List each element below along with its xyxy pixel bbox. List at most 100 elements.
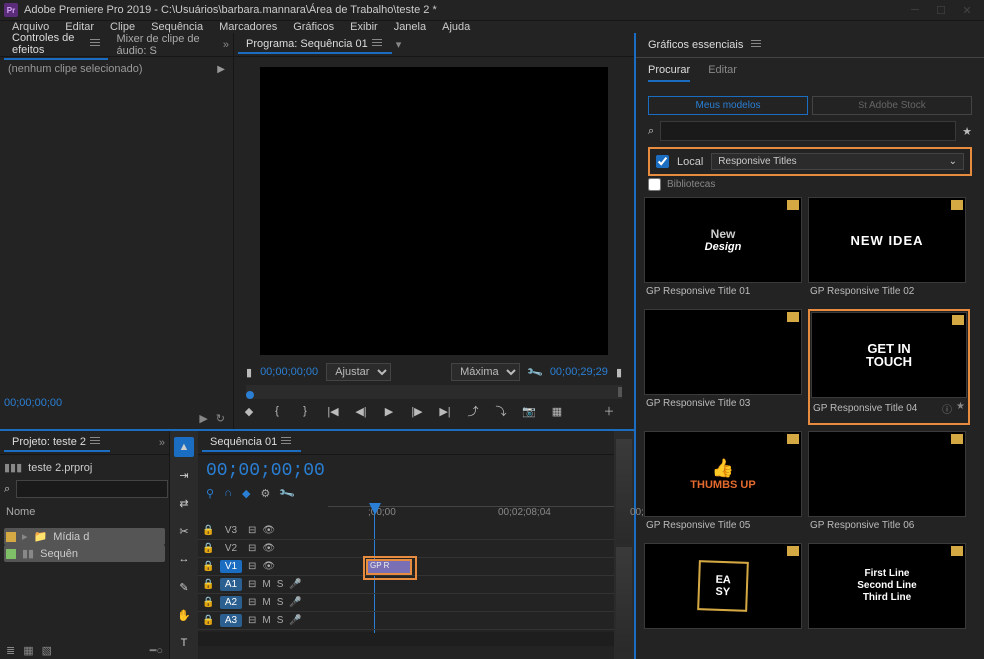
icon-view-icon[interactable]: ▦ <box>23 644 33 657</box>
type-tool[interactable]: T <box>174 633 194 653</box>
eg-template-item-1[interactable]: NewDesign GP Responsive Title 01 <box>644 197 802 303</box>
timeline-timecode[interactable]: 00;00;00;00 <box>206 461 325 481</box>
tab-sequence[interactable]: Sequência 01 <box>202 434 301 452</box>
mute-icon[interactable]: M <box>262 579 270 590</box>
lift-button[interactable]: ⤴ <box>464 403 482 419</box>
lock-icon[interactable]: 🔒 <box>202 579 214 590</box>
add-marker-button[interactable]: ◆ <box>240 405 258 418</box>
eg-subtab-my-templates[interactable]: Meus modelos <box>648 96 808 115</box>
lock-icon[interactable]: 🔒 <box>202 543 214 554</box>
voice-icon[interactable]: 🎤 <box>289 615 301 626</box>
eg-template-item-4[interactable]: GET INTOUCH GP Responsive Title 04 ⓘ★ <box>808 309 970 425</box>
fx-icon[interactable]: ⊟ <box>248 597 256 608</box>
mute-icon[interactable]: M <box>262 615 270 626</box>
program-tc-left[interactable]: 00;00;00;00 <box>260 366 318 378</box>
program-tc-right[interactable]: 00;00;29;29 <box>550 366 608 378</box>
extract-button[interactable]: ⤵ <box>492 403 510 419</box>
fx-bottom-icon-2[interactable]: ↻ <box>216 412 225 425</box>
track-a2[interactable]: 🔒A2⊟MS🎤 <box>198 594 328 612</box>
program-quality-select[interactable]: Máxima <box>451 363 520 381</box>
track-a1[interactable]: 🔒A1⊟MS🎤 <box>198 576 328 594</box>
program-view[interactable] <box>260 67 608 355</box>
tab-program[interactable]: Programa: Sequência 01 <box>238 36 392 54</box>
snap-icon[interactable]: ⚲ <box>206 487 214 500</box>
eye-icon[interactable]: 👁 <box>262 525 274 536</box>
button-editor-button[interactable]: ＋ <box>600 403 618 419</box>
fx-expand-icon[interactable]: » <box>223 39 229 51</box>
fx-icon[interactable]: ⊟ <box>248 615 256 626</box>
play-button[interactable]: ▶ <box>380 405 398 418</box>
favorite-filter-icon[interactable]: ★ <box>962 125 972 138</box>
track-v1[interactable]: 🔒V1⊟👁 <box>198 558 328 576</box>
eg-template-item-5[interactable]: 👍THUMBS UP GP Responsive Title 05 <box>644 431 802 537</box>
lock-icon[interactable]: 🔒 <box>202 525 214 536</box>
menu-janela[interactable]: Janela <box>386 21 434 33</box>
local-checkbox[interactable] <box>656 155 669 168</box>
eg-template-item-2[interactable]: NEW IDEA GP Responsive Title 02 <box>808 197 966 303</box>
mute-icon[interactable]: M <box>262 597 270 608</box>
panel-menu-icon[interactable] <box>751 40 763 50</box>
window-close-button[interactable]: ✕ <box>954 0 980 20</box>
panel-menu-icon[interactable] <box>90 39 100 49</box>
lock-icon[interactable]: 🔒 <box>202 597 214 608</box>
zoom-slider[interactable]: ━○ <box>150 644 163 657</box>
eg-subtab-adobe-stock[interactable]: St Adobe Stock <box>812 96 972 115</box>
mark-out-button[interactable]: } <box>296 405 314 417</box>
program-playhead[interactable] <box>246 391 254 399</box>
program-marker-icon[interactable]: ▮ <box>246 366 252 379</box>
window-minimize-button[interactable]: ─ <box>902 0 928 20</box>
solo-icon[interactable]: S <box>277 597 284 608</box>
step-back-button[interactable]: ◀| <box>352 405 370 418</box>
linked-selection-icon[interactable]: ∩ <box>224 487 232 500</box>
pen-tool[interactable]: ✎ <box>174 577 194 597</box>
menu-ajuda[interactable]: Ajuda <box>434 21 478 33</box>
program-right-marker-icon[interactable]: ▮ <box>616 366 622 379</box>
panel-menu-icon[interactable] <box>372 39 384 49</box>
voice-icon[interactable]: 🎤 <box>289 597 301 608</box>
fx-icon[interactable]: ⊟ <box>248 525 256 536</box>
track-v3[interactable]: 🔒V3⊟👁 <box>198 522 328 540</box>
info-icon[interactable]: ⓘ <box>942 401 952 416</box>
tab-audio-mixer[interactable]: Mixer de clipe de áudio: S <box>108 31 222 59</box>
list-view-icon[interactable]: ≣ <box>6 644 15 657</box>
chevron-icon[interactable]: ▸ <box>22 530 28 543</box>
eg-template-item-7[interactable]: EASY <box>644 543 802 629</box>
wrench-icon[interactable]: 🔧 <box>526 363 544 381</box>
selection-tool[interactable]: ▲ <box>174 437 194 457</box>
eye-icon[interactable]: 👁 <box>262 561 274 572</box>
safe-margins-button[interactable]: ▦ <box>548 405 566 418</box>
solo-icon[interactable]: S <box>277 615 284 626</box>
wrench-icon[interactable]: 🔧 <box>278 484 296 502</box>
audio-meters-panel[interactable] <box>614 431 634 659</box>
solo-icon[interactable]: S <box>277 579 284 590</box>
window-maximize-button[interactable]: ☐ <box>928 0 954 20</box>
panel-menu-icon[interactable] <box>90 437 102 447</box>
track-a3[interactable]: 🔒A3⊟MS🎤 <box>198 612 328 630</box>
program-ruler[interactable] <box>246 385 622 399</box>
track-select-tool[interactable]: ⇥ <box>174 465 194 485</box>
eg-template-item-6[interactable]: GP Responsive Title 06 <box>808 431 966 537</box>
panel-menu-icon[interactable] <box>281 437 293 447</box>
program-fit-select[interactable]: Ajustar <box>326 363 391 381</box>
eg-tab-edit[interactable]: Editar <box>708 64 737 82</box>
lock-icon[interactable]: 🔒 <box>202 615 214 626</box>
fx-icon[interactable]: ⊟ <box>248 543 256 554</box>
project-header-nome[interactable]: Nome <box>4 502 165 522</box>
eg-template-item-8[interactable]: First LineSecond LineThird Line <box>808 543 966 629</box>
step-forward-button[interactable]: |▶ <box>408 405 426 418</box>
eye-icon[interactable]: 👁 <box>262 543 274 554</box>
track-lanes[interactable]: GP R <box>328 522 614 630</box>
fx-icon[interactable]: ⊟ <box>248 579 256 590</box>
settings-icon[interactable]: ⚙ <box>260 487 270 500</box>
tab-project[interactable]: Projeto: teste 2 <box>4 434 110 452</box>
freeform-view-icon[interactable]: ▧ <box>42 644 52 657</box>
hand-tool[interactable]: ✋ <box>174 605 194 625</box>
menu-graficos[interactable]: Gráficos <box>285 21 342 33</box>
razor-tool[interactable]: ✂ <box>174 521 194 541</box>
project-expand-icon[interactable]: » <box>159 437 165 449</box>
fx-bottom-icon-1[interactable]: ▶ <box>199 412 207 425</box>
marker-add-icon[interactable]: ◆ <box>242 487 250 500</box>
timeline-clip[interactable]: GP R <box>366 559 412 575</box>
eg-tab-browse[interactable]: Procurar <box>648 64 690 82</box>
eg-search-input[interactable] <box>660 121 956 141</box>
